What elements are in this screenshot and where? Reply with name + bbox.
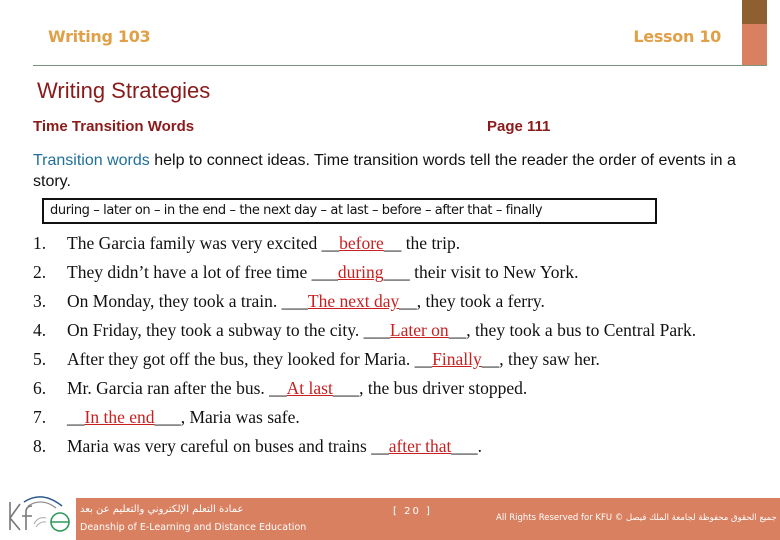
answer: At last [286,378,333,398]
item-number: 6. [33,378,47,398]
answer: after that [388,436,452,456]
sentence-start: After they got off the bus, they looked … [67,349,433,369]
sentence-end: ___. [451,436,482,456]
answer: In the end [84,407,155,427]
exercise-item: 1. The Garcia family was very excited __b… [33,229,773,258]
sentence-end: ___ their visit to New York. [383,262,579,282]
sentence-start: Maria was very careful on buses and trai… [67,436,389,456]
page-number: [ 20 ] [393,506,432,517]
sentence-end: ___, the bus driver stopped. [332,378,528,398]
page-reference: Page 111 [487,118,551,135]
item-number: 2. [33,262,47,282]
item-number: 1. [33,233,47,253]
slide-subtitle: Time Transition Words [33,118,195,135]
sentence-start: Mr. Garcia ran after the bus. __ [67,378,287,398]
sentence-end: __ the trip. [383,233,461,253]
exercise-item: 3. On Monday, they took a train. ___The n… [33,287,773,316]
exercise-item: 6. Mr. Garcia ran after the bus. __At las… [33,374,773,403]
lesson-label: Lesson 10 [633,27,721,46]
exercise-item: 4. On Friday, they took a subway to the c… [33,316,773,345]
corner-accent-dark [742,0,767,24]
sentence-start: On Monday, they took a train. ___ [67,291,308,311]
answer: Finally [432,349,482,369]
exercise-list: 1. The Garcia family was very excited __b… [33,229,773,461]
answer: during [337,262,384,282]
word-bank: during – later on – in the end – the nex… [42,198,657,224]
sentence-start: They didn’t have a lot of free time ___ [67,262,338,282]
item-number: 4. [33,320,47,340]
corner-accent-light [742,24,767,66]
exercise-item: 5. After they got off the bus, they looke… [33,345,773,374]
sentence-end: __, they saw her. [481,349,600,369]
sentence-start: On Friday, they took a subway to the cit… [67,320,390,340]
sentence-start: The Garcia family was very excited __ [67,233,340,253]
intro-highlight: Transition words [33,152,150,169]
course-label: Writing 103 [48,27,151,46]
sentence-end: __, they took a ferry. [399,291,545,311]
deanship-arabic: عمادة التعلم الإلكتروني والتعليم عن بعد [80,504,244,515]
item-number: 5. [33,349,47,369]
kfu-logo-icon [9,496,70,532]
sentence-end: ___, Maria was safe. [154,407,300,427]
answer: Later on [389,320,449,340]
sentence-end: __, they took a bus to Central Park. [448,320,697,340]
exercise-item: 2. They didn’t have a lot of free time __… [33,258,773,287]
answer: The next day [307,291,400,311]
header-divider [33,65,767,66]
copyright-notice: All Rights Reserved for KFU © جميع الحقو… [496,513,777,523]
exercise-item: 8. Maria was very careful on buses and tr… [33,432,773,461]
item-number: 7. [33,407,47,427]
intro-paragraph: Transition words help to connect ideas. … [33,150,753,192]
answer: before [339,233,384,253]
sentence-start: __ [67,407,85,427]
item-number: 8. [33,436,47,456]
exercise-item: 7. __In the end___, Maria was safe. [33,403,773,432]
deanship-english: Deanship of E-Learning and Distance Educ… [80,522,307,533]
item-number: 3. [33,291,47,311]
slide-title: Writing Strategies [37,78,211,103]
